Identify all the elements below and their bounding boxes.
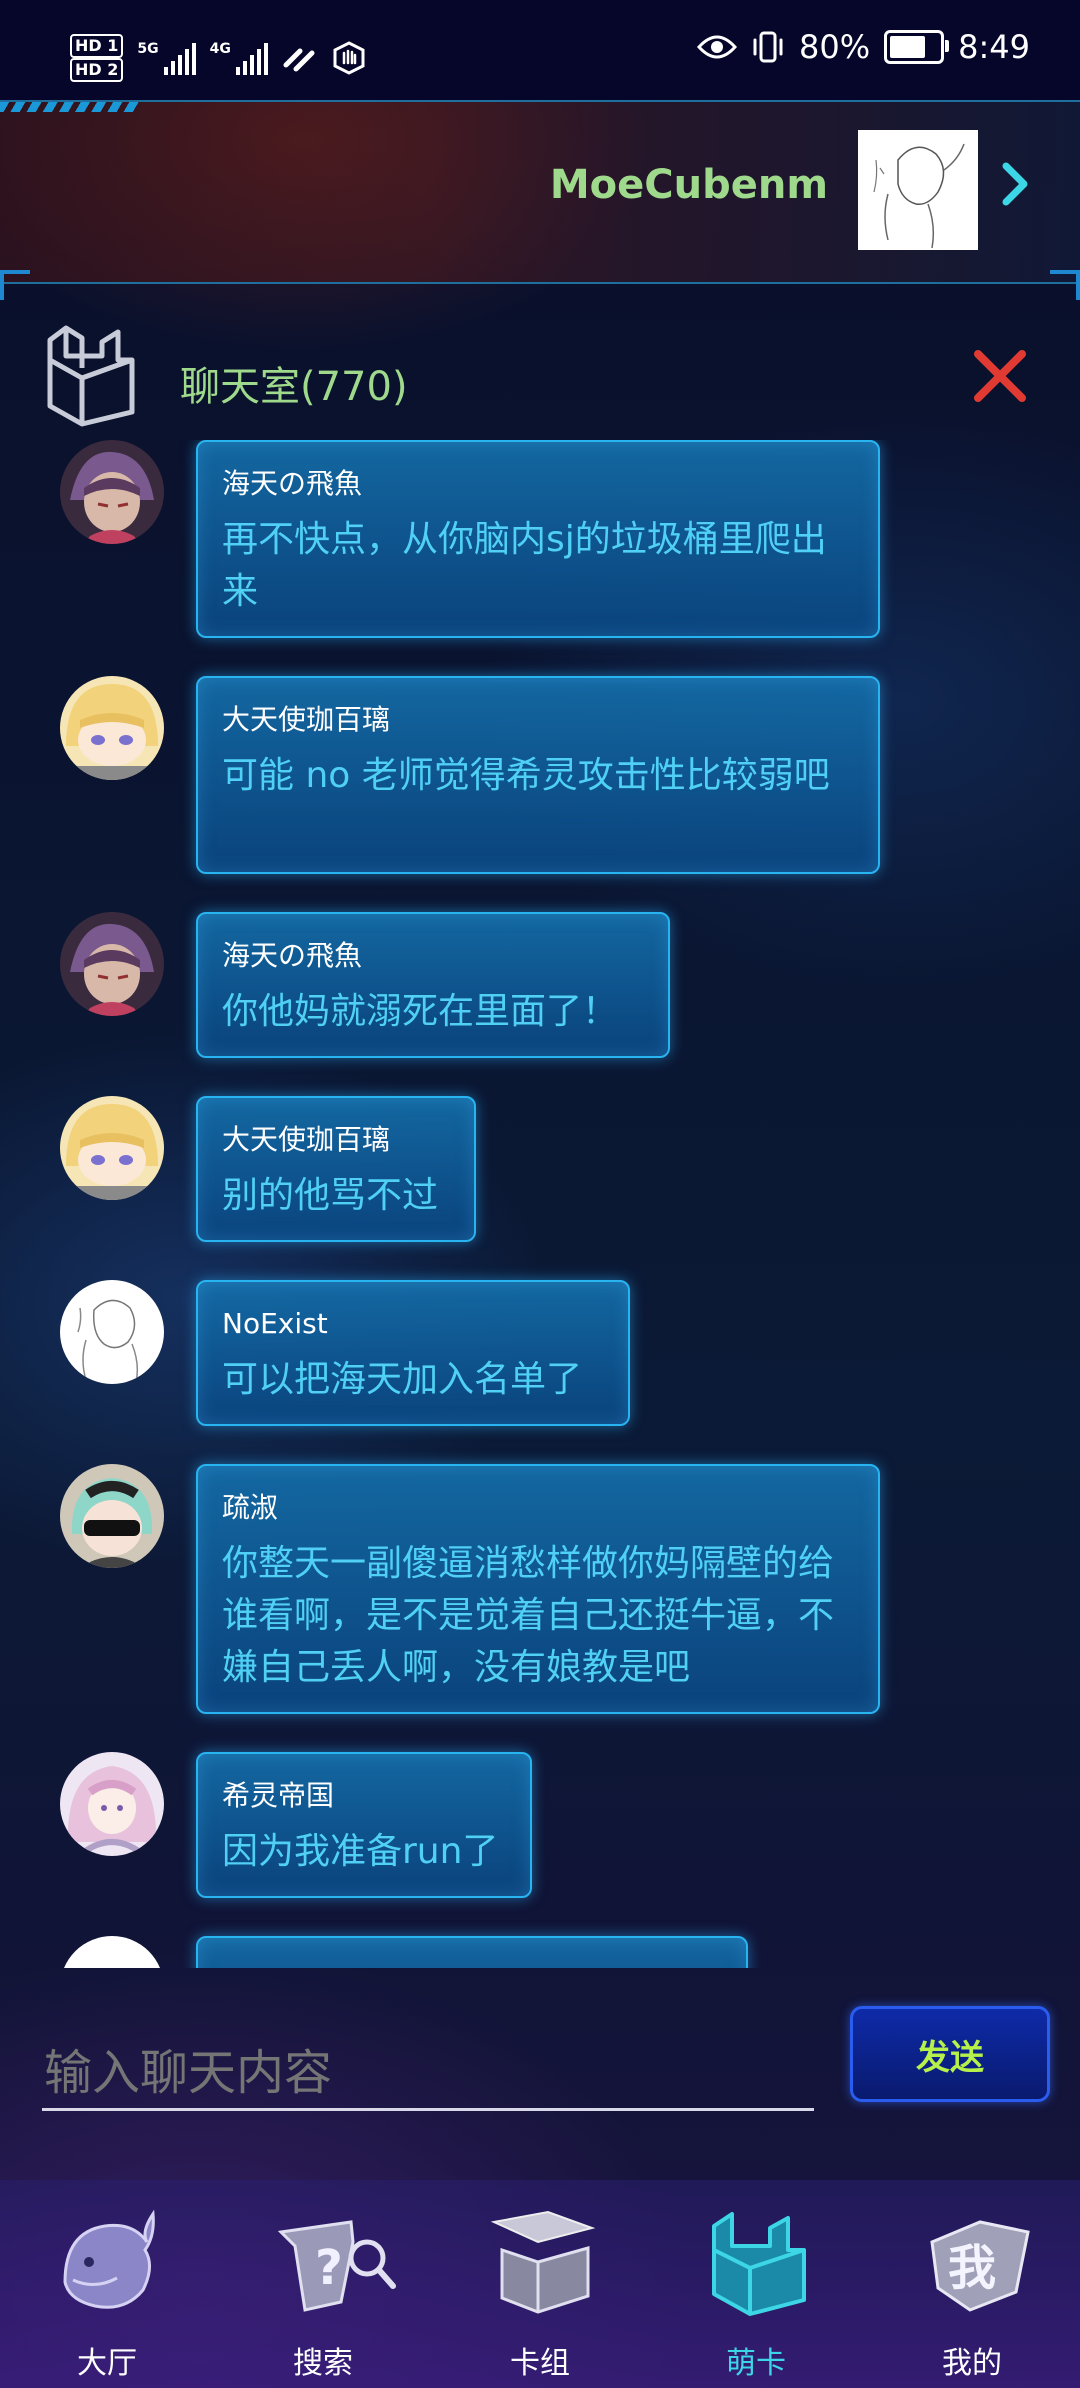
message-bubble[interactable]: 疏淑 你整天一副傻逼消愁样做你妈隔壁的给谁看啊，是不是觉着自己还挺牛逼，不嫌自己…	[196, 1464, 880, 1714]
avatar-shushu[interactable]	[60, 1464, 164, 1568]
sender-name: 大天使珈百璃	[222, 703, 391, 736]
signal-5g-icon: 5G	[137, 41, 196, 75]
send-button[interactable]: 发送	[850, 2006, 1050, 2102]
message-bubble[interactable]: 大天使珈百璃 可能 no 老师觉得希灵攻击性比较弱吧	[196, 676, 880, 874]
hd-indicator: HD 1 HD 2	[70, 34, 124, 82]
sender-name: 大天使珈百璃	[222, 1123, 391, 1156]
nav-item-moecard[interactable]: 萌卡	[666, 2180, 846, 2388]
message-bubble[interactable]: 海天の飛魚 你他妈就溺死在里面了！	[196, 912, 670, 1058]
message-text: 你整天一副傻逼消愁样做你妈隔壁的给谁看啊，是不是觉着自己还挺牛逼，不嫌自己丢人啊…	[222, 1543, 835, 1688]
status-right: 80% 8:49	[697, 28, 1030, 66]
sender-name: 海天の飛魚	[222, 467, 363, 500]
battery-percent: 80%	[799, 28, 871, 66]
status-left: HD 1 HD 2 5G 4G	[70, 34, 366, 82]
nav-item-deck[interactable]: 卡组	[450, 2180, 630, 2388]
message-text: 再不快点，从你脑内sj的垃圾桶里爬出来	[222, 519, 827, 612]
username[interactable]: MoeCubenm	[550, 162, 828, 208]
nav-label: 我的	[942, 2346, 1002, 2381]
message-text: 可以把海天加入名单了	[222, 1359, 583, 1400]
net2-label: 4G	[209, 41, 231, 57]
battery-icon	[884, 30, 950, 64]
profile-icon: 我	[930, 2220, 1030, 2312]
avatar-haitian[interactable]	[60, 440, 164, 544]
avatar-partial[interactable]	[60, 1936, 164, 1968]
status-bar: HD 1 HD 2 5G 4G 80% 8:49	[0, 0, 1080, 100]
chat-input[interactable]	[42, 2040, 818, 2106]
message-bubble[interactable]: 大天使珈百璃 别的他骂不过	[196, 1096, 476, 1242]
link-icon	[283, 48, 315, 72]
nav-label: 大厅	[77, 2346, 137, 2381]
nav-item-search[interactable]: ? 搜索	[233, 2180, 413, 2388]
message-text: 可能 no 老师觉得希灵攻击性比较弱吧	[222, 755, 830, 796]
message-text: 因为我准备run了	[222, 1831, 499, 1872]
message-text: 别的他骂不过	[222, 1175, 439, 1216]
search-hat-icon: ?	[277, 2220, 396, 2312]
message-text: 你他妈就溺死在里面了！	[222, 991, 619, 1032]
avatar-xiling[interactable]	[60, 1752, 164, 1856]
net1-label: 5G	[137, 41, 159, 57]
avatar-haitian[interactable]	[60, 912, 164, 1016]
bottom-nav: 大厅 ? 搜索 卡组 萌卡 我 我的	[0, 2180, 1080, 2388]
nav-label: 搜索	[293, 2346, 353, 2381]
clock: 8:49	[958, 28, 1030, 66]
sender-name: 海天の飛魚	[222, 939, 363, 972]
nav-item-lobby[interactable]: 大厅	[17, 2180, 197, 2388]
battery-fill	[890, 36, 926, 58]
input-underline	[42, 2108, 814, 2111]
deck-box-icon	[490, 2210, 596, 2314]
avatar-noexist[interactable]	[60, 1280, 164, 1384]
panel-corner-right	[1050, 270, 1080, 300]
chatroom-title: 聊天室(770)	[180, 364, 408, 410]
message-bubble-partial[interactable]	[196, 1936, 748, 1968]
message-bubble[interactable]: NoExist 可以把海天加入名单了	[196, 1280, 630, 1426]
avatar-gabriel[interactable]	[60, 1096, 164, 1200]
chevron-right-icon[interactable]	[996, 154, 1036, 214]
nav-item-mine[interactable]: 我 我的	[882, 2180, 1062, 2388]
hand-icon	[333, 41, 365, 75]
user-header[interactable]: MoeCubenm	[0, 100, 1080, 284]
message-list[interactable]: 海天の飛魚 再不快点，从你脑内sj的垃圾桶里爬出来 大天使珈百璃 可能 no 老…	[0, 440, 1080, 1968]
sender-name: 希灵帝国	[222, 1779, 335, 1812]
svg-text:?: ?	[315, 2240, 343, 2296]
hd1-label: HD 1	[70, 34, 124, 58]
sender-name: NoExist	[222, 1307, 328, 1340]
nav-label: 萌卡	[726, 2346, 786, 2381]
sender-name: 疏淑	[222, 1491, 279, 1524]
user-avatar[interactable]	[858, 130, 978, 250]
close-icon[interactable]	[970, 346, 1030, 406]
svg-text:我: 我	[948, 2240, 996, 2296]
message-bubble[interactable]: 希灵帝国 因为我准备run了	[196, 1752, 532, 1898]
header-decoration	[0, 102, 140, 112]
panel-corner-left	[0, 270, 30, 300]
message-bubble[interactable]: 海天の飛魚 再不快点，从你脑内sj的垃圾桶里爬出来	[196, 440, 880, 638]
dolphin-icon	[63, 2209, 155, 2309]
hd2-label: HD 2	[70, 58, 124, 82]
eye-icon	[697, 35, 738, 59]
chatroom-icon	[47, 325, 135, 427]
avatar-gabriel[interactable]	[60, 676, 164, 780]
nav-label: 卡组	[510, 2346, 570, 2381]
vibrate-icon	[753, 31, 783, 63]
moecard-icon	[712, 2212, 806, 2316]
signal-4g-icon: 4G	[210, 41, 268, 75]
